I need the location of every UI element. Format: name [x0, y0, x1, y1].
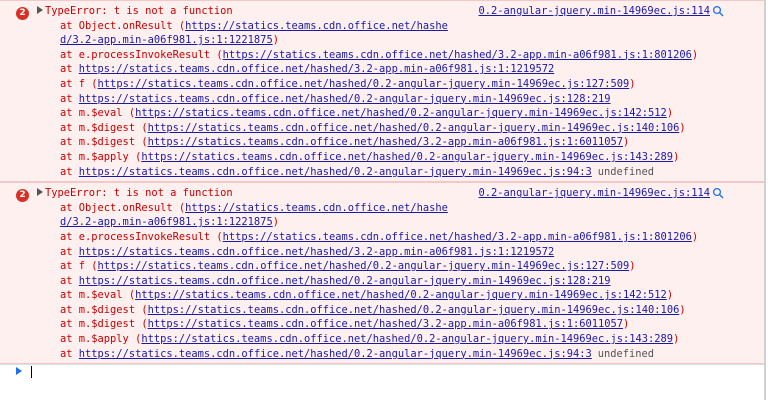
stack-frame-link[interactable]: https://statics.teams.cdn.office.net/has… — [223, 49, 692, 61]
stack-frame: at m.$digest (https://statics.teams.cdn.… — [60, 121, 686, 134]
stack-frame: at e.processInvokeResult (https://static… — [60, 230, 699, 243]
stack-frame: at m.$apply (https://statics.teams.cdn.o… — [60, 150, 680, 163]
stack-frame-link[interactable]: https://statics.teams.cdn.office.net/has… — [98, 78, 630, 90]
stack-frame-link[interactable]: https://statics.teams.cdn.office.net/has… — [148, 122, 680, 134]
error-header: TypeError: t is not a function — [0, 186, 764, 201]
stack-frame-link[interactable]: https://statics.teams.cdn.office.net/has… — [223, 231, 692, 243]
stack-frame-link[interactable]: https://statics.teams.cdn.office.net/has… — [98, 260, 630, 272]
stack-frame-link[interactable]: https://statics.teams.cdn.office.net/has… — [79, 166, 592, 178]
stack-frame: at https://statics.teams.cdn.office.net/… — [60, 92, 611, 105]
stack-frame: at e.processInvokeResult (https://static… — [60, 48, 699, 61]
stack-frame: at https://statics.teams.cdn.office.net/… — [60, 347, 655, 360]
stack-frame: at m.$digest (https://statics.teams.cdn.… — [60, 303, 686, 316]
stack-frame-link[interactable]: https://statics.teams.cdn.office.net/has… — [148, 136, 623, 148]
stack-frame: at m.$eval (https://statics.teams.cdn.of… — [60, 107, 674, 120]
stack-frame: at https://statics.teams.cdn.office.net/… — [60, 245, 555, 258]
stack-frame: at m.$eval (https://statics.teams.cdn.of… — [60, 289, 674, 302]
stack-frame: at m.$digest (https://statics.teams.cdn.… — [60, 136, 630, 149]
stack-frame: at Object.onResult (https://statics.team… — [60, 19, 448, 47]
expand-triangle-icon[interactable] — [37, 6, 43, 14]
return-value-text: undefined — [597, 165, 655, 178]
error-message-text: TypeError: t is not a function — [45, 187, 233, 200]
stack-frame-link[interactable]: https://statics.teams.cdn.office.net/has… — [148, 304, 680, 316]
stack-frame-link[interactable]: https://statics.teams.cdn.office.net/has… — [135, 107, 667, 119]
stack-frame: at https://statics.teams.cdn.office.net/… — [60, 274, 611, 287]
stack-frame-link[interactable]: https://statics.teams.cdn.office.net/has… — [79, 275, 611, 287]
stack-frame: at m.$apply (https://statics.teams.cdn.o… — [60, 333, 680, 346]
expand-triangle-icon[interactable] — [37, 188, 43, 197]
text-cursor — [31, 366, 32, 379]
stack-frame: at https://statics.teams.cdn.office.net/… — [60, 63, 555, 76]
return-value-text: undefined — [597, 347, 655, 360]
stack-frame-link[interactable]: https://statics.teams.cdn.office.net/has… — [79, 93, 611, 105]
stack-frame: at https://statics.teams.cdn.office.net/… — [60, 165, 655, 178]
stack-frame: at f (https://statics.teams.cdn.office.n… — [60, 77, 636, 90]
stack-frame: at m.$digest (https://statics.teams.cdn.… — [60, 318, 630, 331]
prompt-caret-icon — [16, 367, 22, 376]
stack-frame-link[interactable]: https://statics.teams.cdn.office.net/has… — [79, 348, 592, 360]
stack-frame: at f (https://statics.teams.cdn.office.n… — [60, 260, 636, 273]
console-panel: 2 0.2-angular-jquery.min-14969ec.js:114 … — [0, 0, 766, 400]
stack-frame: at Object.onResult (https://statics.team… — [60, 201, 448, 229]
stack-frame-link[interactable]: https://statics.teams.cdn.office.net/has… — [148, 318, 623, 330]
stack-frame-link[interactable]: https://statics.teams.cdn.office.net/has… — [79, 246, 554, 258]
stack-frame-link[interactable]: https://statics.teams.cdn.office.net/has… — [141, 333, 673, 345]
console-input[interactable] — [0, 364, 764, 379]
stack-frame-link[interactable]: https://statics.teams.cdn.office.net/has… — [141, 151, 673, 163]
error-header: TypeError: t is not a function — [0, 4, 764, 19]
error-message-text: TypeError: t is not a function — [45, 5, 233, 17]
console-error-message[interactable]: 2 0.2-angular-jquery.min-14969ec.js:114 … — [0, 182, 764, 365]
stack-frame-link[interactable]: https://statics.teams.cdn.office.net/has… — [79, 63, 554, 75]
stack-frame-link[interactable]: https://statics.teams.cdn.office.net/has… — [135, 289, 667, 301]
console-error-message[interactable]: 2 0.2-angular-jquery.min-14969ec.js:114 … — [0, 0, 764, 183]
